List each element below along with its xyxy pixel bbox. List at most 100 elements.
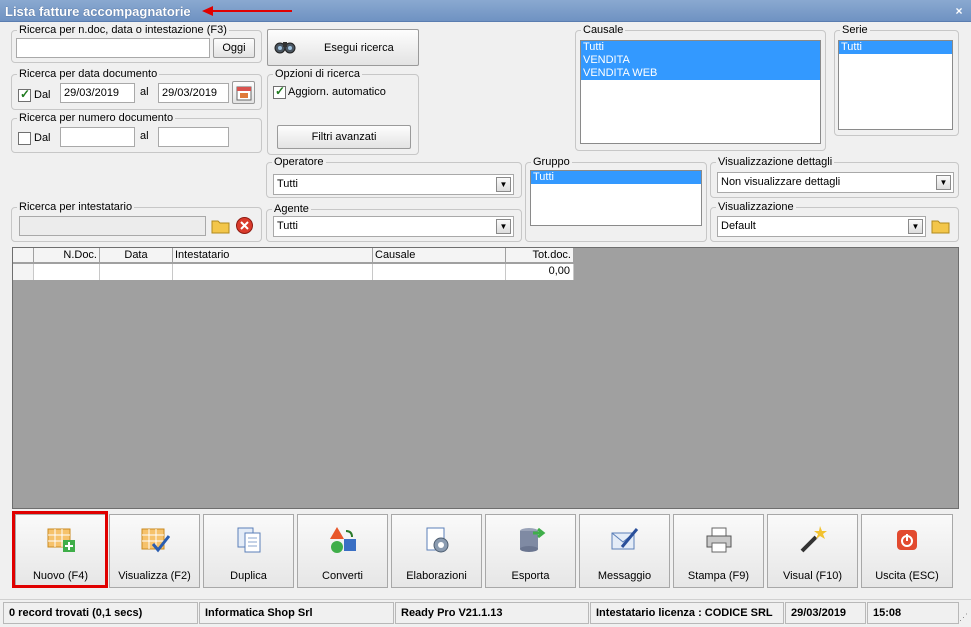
operatore-select[interactable]: Tutti ▼ bbox=[273, 174, 514, 195]
status-time: 15:08 bbox=[867, 602, 959, 624]
column-header-data[interactable]: Data bbox=[100, 248, 173, 263]
print-button-label: Stampa (F9) bbox=[687, 570, 750, 582]
visual-button[interactable]: Visual (F10) bbox=[767, 514, 858, 588]
date-to-input[interactable]: 29/03/2019 bbox=[158, 83, 229, 103]
search-options-legend: Opzioni di ricerca bbox=[273, 68, 362, 81]
date-from-input[interactable]: 29/03/2019 bbox=[60, 83, 135, 103]
exit-icon bbox=[897, 530, 917, 550]
title-bar: Lista fatture accompagnatorie × bbox=[0, 0, 971, 22]
process-icon bbox=[426, 527, 449, 553]
dettagli-value: Non visualizzare dettagli bbox=[721, 176, 841, 188]
dettagli-legend: Visualizzazione dettagli bbox=[716, 156, 835, 169]
number-from-checkbox[interactable] bbox=[18, 132, 31, 145]
binoculars-icon bbox=[274, 42, 296, 54]
calendar-icon bbox=[236, 86, 252, 101]
column-header-intestatario[interactable]: Intestatario bbox=[173, 248, 373, 263]
column-header-causale[interactable]: Causale bbox=[373, 248, 506, 263]
column-header-totdoc[interactable]: Tot.doc. bbox=[506, 248, 574, 263]
process-button-label: Elaborazioni bbox=[406, 570, 467, 582]
exit-button[interactable]: Uscita (ESC) bbox=[861, 514, 953, 588]
export-button-label: Esporta bbox=[511, 570, 550, 582]
today-button[interactable]: Oggi bbox=[213, 38, 255, 58]
operatore-value: Tutti bbox=[277, 178, 298, 190]
status-license: Intestatario licenza : CODICE SRL bbox=[590, 602, 784, 624]
table-cell[interactable] bbox=[100, 264, 173, 280]
number-to-input[interactable] bbox=[158, 127, 229, 147]
folder-icon[interactable] bbox=[931, 217, 951, 235]
column-header-ndoc[interactable]: N.Doc. bbox=[34, 248, 100, 263]
date-from-checkbox[interactable] bbox=[18, 87, 31, 102]
number-from-label: Dal bbox=[34, 132, 51, 144]
gruppo-list[interactable]: Tutti bbox=[530, 170, 702, 226]
advanced-filters-button[interactable]: Filtri avanzati bbox=[277, 125, 411, 149]
convert-button[interactable]: Converti bbox=[297, 514, 388, 588]
print-button[interactable]: Stampa (F9) bbox=[673, 514, 764, 588]
causale-item[interactable]: VENDITA bbox=[581, 54, 820, 67]
causale-item[interactable]: VENDITA WEB bbox=[581, 67, 820, 80]
table-cell[interactable]: 0,00 bbox=[506, 264, 574, 280]
agente-select[interactable]: Tutti ▼ bbox=[273, 216, 514, 237]
process-button[interactable]: Elaborazioni bbox=[391, 514, 482, 588]
visualizzazione-select[interactable]: Default ▼ bbox=[717, 216, 926, 237]
close-icon[interactable]: × bbox=[951, 3, 967, 19]
gruppo-item[interactable]: Tutti bbox=[531, 171, 701, 184]
red-arrow-annotation bbox=[202, 6, 292, 16]
chevron-down-icon[interactable]: ▼ bbox=[908, 219, 923, 234]
duplicate-button[interactable]: Duplica bbox=[203, 514, 294, 588]
table-cell[interactable] bbox=[34, 264, 100, 280]
message-button[interactable]: Messaggio bbox=[579, 514, 670, 588]
causale-legend: Causale bbox=[581, 24, 626, 37]
documents-grid[interactable]: N.Doc. Data Intestatario Causale Tot.doc… bbox=[12, 247, 959, 509]
grid-corner bbox=[13, 248, 34, 263]
chevron-down-icon[interactable]: ▼ bbox=[496, 219, 511, 234]
causale-item[interactable]: Tutti bbox=[581, 41, 820, 54]
view-button-label: Visualizza (F2) bbox=[118, 570, 191, 582]
view-button[interactable]: Visualizza (F2) bbox=[109, 514, 200, 588]
agente-value: Tutti bbox=[277, 220, 298, 232]
date-from-label: Dal bbox=[34, 89, 51, 101]
export-button[interactable]: Esporta bbox=[485, 514, 576, 588]
magic-wand-icon bbox=[800, 526, 827, 553]
duplicate-icon bbox=[237, 527, 261, 553]
duplicate-button-label: Duplica bbox=[230, 570, 267, 582]
number-search-legend: Ricerca per numero documento bbox=[17, 112, 176, 125]
visualizzazione-legend: Visualizzazione bbox=[716, 201, 796, 214]
chevron-down-icon[interactable]: ▼ bbox=[936, 175, 951, 190]
run-search-label: Esegui ricerca bbox=[324, 42, 394, 54]
number-to-label: al bbox=[140, 130, 149, 142]
number-from-input[interactable] bbox=[60, 127, 135, 147]
window-title: Lista fatture accompagnatorie bbox=[5, 4, 191, 19]
status-bar: 0 record trovati (0,1 secs) Informatica … bbox=[0, 599, 971, 627]
visualizzazione-value: Default bbox=[721, 220, 756, 232]
printer-icon bbox=[706, 527, 732, 553]
visual-button-label: Visual (F10) bbox=[782, 570, 843, 582]
auto-update-label: Aggiorn. automatico bbox=[288, 86, 386, 98]
status-version: Ready Pro V21.1.13 bbox=[395, 602, 589, 624]
date-search-legend: Ricerca per data documento bbox=[17, 68, 160, 81]
row-header bbox=[13, 264, 34, 280]
table-cell[interactable] bbox=[173, 264, 373, 280]
status-records: 0 record trovati (0,1 secs) bbox=[3, 602, 198, 624]
dettagli-select[interactable]: Non visualizzare dettagli ▼ bbox=[717, 172, 954, 193]
folder-icon[interactable] bbox=[211, 217, 231, 235]
export-icon bbox=[520, 527, 546, 552]
intestatario-input[interactable] bbox=[19, 216, 206, 236]
status-company: Informatica Shop Srl bbox=[199, 602, 394, 624]
resize-grip-icon[interactable]: ⋰ bbox=[959, 612, 968, 623]
search-input[interactable] bbox=[16, 38, 210, 58]
serie-list[interactable]: Tutti bbox=[838, 40, 953, 130]
intestatario-legend: Ricerca per intestatario bbox=[17, 201, 135, 214]
calendar-button[interactable] bbox=[232, 81, 255, 104]
serie-item[interactable]: Tutti bbox=[839, 41, 952, 54]
exit-button-label: Uscita (ESC) bbox=[875, 570, 939, 582]
causale-list[interactable]: Tutti VENDITA VENDITA WEB bbox=[580, 40, 821, 144]
agente-legend: Agente bbox=[272, 203, 311, 216]
message-button-label: Messaggio bbox=[597, 570, 652, 582]
delete-icon[interactable] bbox=[235, 216, 254, 235]
table-cell[interactable] bbox=[373, 264, 506, 280]
operatore-legend: Operatore bbox=[272, 156, 326, 169]
auto-update-checkbox[interactable] bbox=[273, 84, 286, 99]
run-search-button[interactable]: Esegui ricerca bbox=[267, 29, 419, 66]
chevron-down-icon[interactable]: ▼ bbox=[496, 177, 511, 192]
gruppo-legend: Gruppo bbox=[531, 156, 572, 169]
